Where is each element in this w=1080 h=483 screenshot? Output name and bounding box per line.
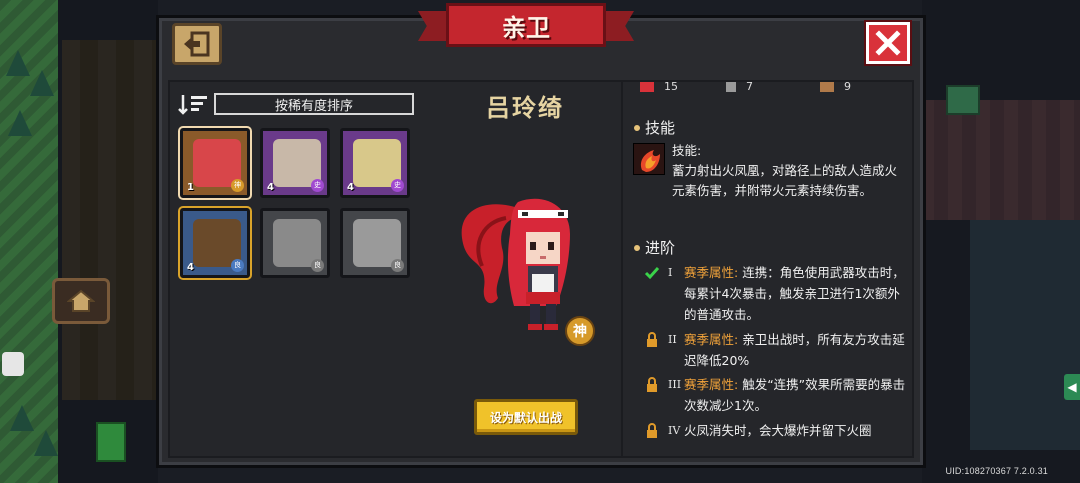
mana-icon (820, 81, 834, 92)
rarity-badge: 良 (231, 259, 244, 272)
hero-sprite[interactable] (448, 188, 608, 338)
recycle-bin-icon (96, 422, 126, 462)
season-attr-label: 赛季属性: (684, 377, 739, 392)
guard-card[interactable]: 1神 (180, 128, 250, 198)
rarity-badge: 史 (311, 179, 324, 192)
pot-icon (2, 352, 24, 376)
stat-bar: 15 7 9 (636, 80, 916, 94)
room-floor (970, 220, 1080, 450)
guard-level: 4 (347, 182, 354, 193)
close-icon (875, 30, 901, 56)
page-title: 亲卫 (502, 13, 550, 42)
carpet (920, 100, 1080, 220)
guard-card[interactable]: 4史 (260, 128, 330, 198)
check-icon (644, 267, 660, 280)
close-button[interactable] (866, 22, 910, 64)
uid-label: UID:108270367 7.2.0.31 (945, 466, 1048, 476)
back-button[interactable] (172, 23, 222, 65)
stat-armor: 7 (726, 80, 753, 93)
expand-arrow-button[interactable]: ◀ (1064, 374, 1080, 400)
home-button[interactable] (52, 278, 110, 324)
stat-mana: 9 (820, 80, 851, 93)
rarity-badge: 神 (231, 179, 244, 192)
rarity-badge: 史 (391, 179, 404, 192)
stat-hp: 15 (640, 80, 678, 93)
tree-icon (6, 50, 30, 76)
lock-icon (647, 423, 657, 438)
guard-level: 4 (187, 262, 194, 273)
exit-icon (184, 31, 210, 57)
home-icon (67, 289, 95, 312)
chest-icon (946, 85, 980, 115)
tier-numeral: III (668, 378, 682, 391)
season-attr-label: 赛季属性: (684, 332, 739, 347)
tree-icon (34, 430, 58, 456)
rank-badge: 神 (565, 316, 595, 346)
title-ribbon: 亲卫 (418, 3, 634, 49)
advance-text: 火凤消失时，会大爆炸并留下火圈 (684, 423, 872, 438)
armor-icon (726, 81, 736, 92)
rarity-badge: 良 (391, 259, 404, 272)
lock-icon (647, 377, 657, 392)
guard-card[interactable]: 4良 (180, 208, 250, 278)
guard-level: 4 (267, 182, 274, 193)
tier-numeral: II (668, 333, 677, 346)
fire-phoenix-skill-icon (633, 143, 665, 175)
tree-icon (30, 70, 54, 96)
season-attr-label: 赛季属性: (684, 265, 739, 280)
divider (621, 82, 623, 456)
guard-card[interactable]: 4史 (340, 128, 410, 198)
skill-description: 技能: 蓄力射出火凤凰，对路径上的敌人造成火元素伤害，并附带火元素持续伤害。 (672, 143, 898, 198)
sort-dropdown[interactable]: 按稀有度排序 (214, 93, 414, 115)
tree-icon (8, 110, 32, 136)
skill-heading: 技能 (634, 117, 675, 138)
heart-icon (640, 81, 654, 92)
set-default-button[interactable]: 设为默认出战 (474, 399, 578, 435)
advance-heading: 进阶 (634, 237, 675, 258)
floor (62, 40, 158, 400)
tier-numeral: I (668, 266, 673, 279)
guard-card[interactable]: 良 (340, 208, 410, 278)
guard-card[interactable]: 良 (260, 208, 330, 278)
guard-level: 1 (187, 182, 194, 193)
tree-icon (10, 405, 34, 431)
bullet-icon (634, 244, 640, 251)
sort-icon[interactable] (178, 93, 210, 115)
lock-icon (647, 332, 657, 347)
bullet-icon (634, 124, 640, 131)
hero-name: 吕玲绮 (486, 94, 564, 122)
tier-numeral: IV (668, 424, 681, 437)
rarity-badge: 良 (311, 259, 324, 272)
